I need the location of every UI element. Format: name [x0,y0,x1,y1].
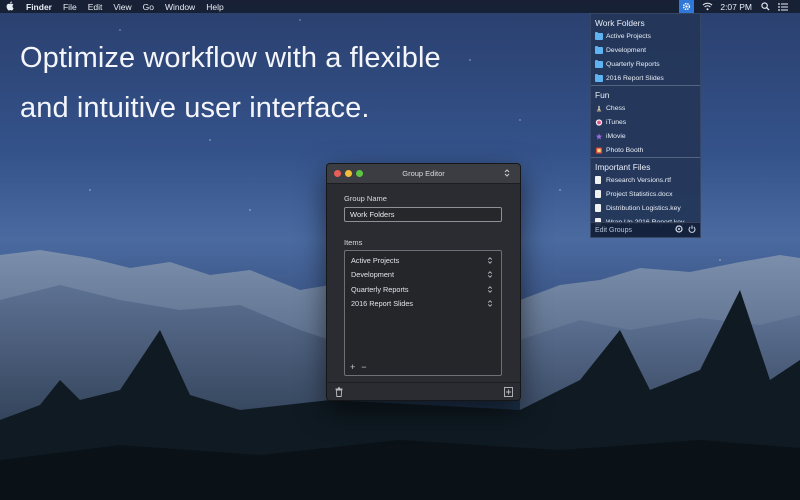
menu-item-photo-booth[interactable]: Photo Booth [591,143,700,157]
headline-line-1: Optimize workflow with a flexible [20,42,441,74]
section-title-important-files: Important Files [595,162,651,172]
chess-icon [596,104,602,112]
apple-menu-icon[interactable] [6,0,18,13]
menu-item-label: iMovie [606,132,626,140]
window-controls [334,170,363,177]
list-item-label: Quarterly Reports [351,284,409,294]
group-editor-window: Group Editor Group Name Work Folders Ite… [326,163,521,401]
trash-icon[interactable] [334,386,344,397]
list-item-label: 2016 Report Slides [351,299,414,309]
menu-item-active-projects[interactable]: Active Projects [591,29,700,43]
window-body: Group Name Work Folders Items Active Pro… [327,184,520,376]
menu-help[interactable]: Help [206,2,223,12]
menu-item-imovie[interactable]: iMovie [591,129,700,143]
itunes-icon [595,118,603,126]
status-area: 2:07 PM [679,0,794,13]
window-title: Group Editor [402,169,445,178]
menu-edit[interactable]: Edit [88,2,103,12]
menu-item-research-versions[interactable]: Research Versions.rtf [591,173,700,187]
menu-item-label: iTunes [606,118,627,126]
window-titlebar[interactable]: Group Editor [327,164,520,184]
menu-window[interactable]: Window [165,2,195,12]
list-item[interactable]: Active Projects [345,253,501,268]
status-menu-dropdown: Work Folders Active Projects Development… [590,13,701,238]
menu-item-itunes[interactable]: iTunes [591,115,700,129]
marketing-headline: Optimize workflow with a flexible and in… [20,33,480,133]
items-label: Items [344,238,363,247]
list-item[interactable]: 2016 Report Slides [345,297,501,312]
menu-item-label: Research Versions.rtf [606,176,671,184]
menu-finder[interactable]: Finder [26,2,52,12]
menu-item-development[interactable]: Development [591,43,700,57]
settings-icon[interactable] [675,225,683,235]
app-status-gear-icon[interactable] [679,0,695,13]
footer-controls [675,225,696,235]
stepper-chevron-icon[interactable] [487,256,493,265]
notification-center-icon[interactable] [776,0,790,13]
menu-bar: Finder File Edit View Go Window Help 2:0… [0,0,800,13]
menu-item-distribution-logistics[interactable]: Distribution Logistics.key [591,201,700,215]
menu-clock[interactable]: 2:07 PM [720,2,752,12]
list-item[interactable]: Development [345,268,501,283]
spotlight-search-icon[interactable] [758,0,772,13]
power-icon[interactable] [688,225,696,235]
document-icon [595,176,601,184]
stepper-chevron-icon[interactable] [487,299,493,308]
folder-icon [595,45,603,54]
menu-item-label: Active Projects [606,32,651,40]
minimize-button[interactable] [345,170,352,177]
menu-item-label: Project Statistics.docx [606,190,673,198]
document-icon [595,204,601,212]
add-item-button[interactable]: + [350,362,355,372]
menu-go[interactable]: Go [143,2,154,12]
document-icon [595,190,601,198]
dropdown-footer: Edit Groups [591,222,700,237]
folder-icon [595,73,603,82]
menu-item-label: Quarterly Reports [606,60,660,68]
section-title-fun: Fun [595,90,610,100]
menu-item-label: Chess [606,104,626,112]
items-list: Active Projects Development Quarterly Re… [344,250,502,376]
group-name-label: Group Name [344,194,387,203]
menu-item-label: Distribution Logistics.key [606,204,681,212]
headline-line-2: and intuitive user interface. [20,92,370,124]
list-item-label: Development [351,270,394,280]
menu-item-project-statistics[interactable]: Project Statistics.docx [591,187,700,201]
edit-groups-button[interactable]: Edit Groups [595,227,632,234]
menu-item-2016-report-slides[interactable]: 2016 Report Slides [591,71,700,85]
menu-file[interactable]: File [63,2,77,12]
menu-item-chess[interactable]: Chess [591,101,700,115]
folder-icon [595,59,603,68]
wifi-icon[interactable] [700,0,714,13]
stepper-chevron-icon[interactable] [487,285,493,294]
remove-item-button[interactable]: − [361,362,366,372]
group-selector-chevron-icon[interactable] [503,168,511,178]
window-footer [327,382,520,400]
close-button[interactable] [334,170,341,177]
group-name-field[interactable]: Work Folders [344,207,502,222]
photo-booth-icon [595,146,603,154]
menu-item-quarterly-reports[interactable]: Quarterly Reports [591,57,700,71]
menu-item-label: Photo Booth [606,146,644,154]
stepper-chevron-icon[interactable] [487,270,493,279]
imovie-icon [595,132,603,140]
list-controls: + − [350,362,367,372]
menu-item-label: 2016 Report Slides [606,74,664,82]
zoom-button[interactable] [356,170,363,177]
list-item-label: Active Projects [351,255,400,265]
menu-item-label: Development [606,46,647,54]
section-title-work-folders: Work Folders [595,18,645,28]
folder-icon [595,31,603,40]
menu-view[interactable]: View [113,2,131,12]
list-item[interactable]: Quarterly Reports [345,282,501,297]
new-group-icon[interactable] [503,386,513,397]
